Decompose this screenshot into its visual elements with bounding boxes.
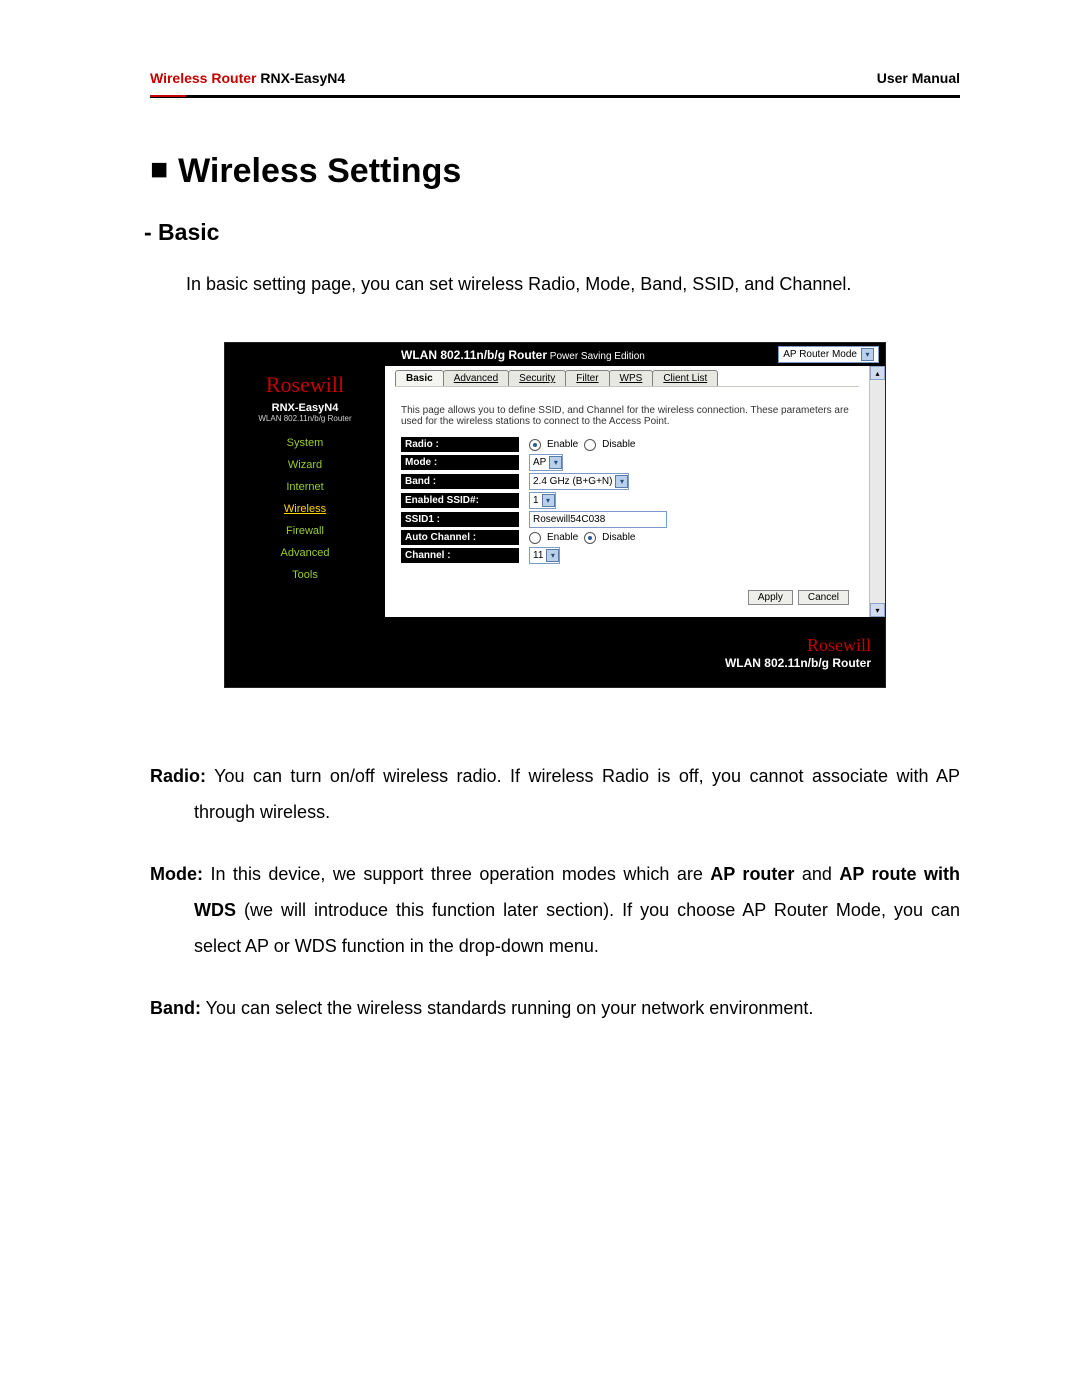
band-select[interactable]: 2.4 GHz (B+G+N) ▾: [529, 473, 629, 490]
tab-basic[interactable]: Basic: [395, 370, 444, 386]
def-mode-label: Mode:: [150, 864, 203, 884]
footer-logo: Rosewill: [807, 635, 871, 656]
dropdown-icon: ▾: [549, 456, 562, 469]
screenshot-footer: Rosewill WLAN 802.11n/b/g Router: [225, 617, 885, 687]
mode-select[interactable]: AP ▾: [529, 454, 563, 471]
titlebar: WLAN 802.11n/b/g Router Power Saving Edi…: [225, 343, 885, 366]
scroll-down-icon[interactable]: ▾: [870, 603, 885, 617]
channel-value: 11: [533, 550, 543, 561]
label-ssid1: SSID1 :: [401, 512, 519, 527]
row-auto-channel: Auto Channel : Enable Disable: [401, 530, 853, 545]
cancel-button[interactable]: Cancel: [798, 590, 849, 605]
radio-enable[interactable]: [529, 439, 541, 451]
dropdown-icon: ▾: [542, 494, 555, 507]
radio-disable-label: Disable: [602, 439, 635, 450]
def-radio: Radio: You can turn on/off wireless radi…: [194, 758, 960, 830]
titlebar-title-main: WLAN 802.11n/b/g Router: [401, 348, 547, 362]
dropdown-icon: ▾: [546, 549, 559, 562]
enabled-ssid-select[interactable]: 1 ▾: [529, 492, 556, 509]
auto-channel-disable-label: Disable: [602, 532, 635, 543]
ssid1-input[interactable]: [529, 511, 667, 528]
definitions: Radio: You can turn on/off wireless radi…: [150, 758, 960, 1026]
label-band: Band :: [401, 474, 519, 489]
header-rule: [150, 95, 960, 98]
tab-advanced[interactable]: Advanced: [443, 370, 509, 386]
sidebar-item-internet[interactable]: Internet: [225, 481, 385, 493]
row-ssid1: SSID1 :: [401, 511, 853, 528]
titlebar-title-sub: Power Saving Edition: [547, 351, 645, 362]
def-radio-text: You can turn on/off wireless radio. If w…: [194, 766, 960, 822]
router-ui-screenshot: WLAN 802.11n/b/g Router Power Saving Edi…: [224, 342, 886, 688]
auto-channel-disable[interactable]: [584, 532, 596, 544]
header-left: Wireless Router RNX-EasyN4: [150, 70, 345, 86]
band-value: 2.4 GHz (B+G+N): [533, 476, 612, 487]
header-prefix: Wireless Router: [150, 70, 256, 86]
scrollbar[interactable]: ▴ ▾: [869, 366, 885, 617]
dropdown-icon: ▾: [615, 475, 628, 488]
label-radio: Radio :: [401, 437, 519, 452]
radio-enable-label: Enable: [547, 439, 578, 450]
channel-select[interactable]: 11 ▾: [529, 547, 560, 564]
sidebar: Rosewill RNX-EasyN4 WLAN 802.11n/b/g Rou…: [225, 366, 385, 617]
router-mode-select[interactable]: AP Router Mode ▾: [778, 346, 879, 363]
mode-value: AP: [533, 457, 546, 468]
sidebar-model: RNX-EasyN4: [225, 402, 385, 414]
header-rule-accent: [150, 95, 186, 97]
sidebar-item-system[interactable]: System: [225, 437, 385, 449]
radio-disable[interactable]: [584, 439, 596, 451]
tab-filter[interactable]: Filter: [565, 370, 609, 386]
row-band: Band : 2.4 GHz (B+G+N) ▾: [401, 473, 853, 490]
tab-security[interactable]: Security: [508, 370, 566, 386]
row-enabled-ssid: Enabled SSID#: 1 ▾: [401, 492, 853, 509]
sidebar-sub: WLAN 802.11n/b/g Router: [225, 414, 385, 423]
tab-wps[interactable]: WPS: [609, 370, 654, 386]
section-title-text: Wireless Settings: [178, 152, 461, 190]
def-band-label: Band:: [150, 998, 201, 1018]
sidebar-item-tools[interactable]: Tools: [225, 569, 385, 581]
def-band: Band: You can select the wireless standa…: [194, 990, 960, 1026]
titlebar-title: WLAN 802.11n/b/g Router Power Saving Edi…: [401, 348, 645, 362]
def-band-text: You can select the wireless standards ru…: [201, 998, 813, 1018]
label-channel: Channel :: [401, 548, 519, 563]
row-radio: Radio : Enable Disable: [401, 437, 853, 452]
footer-text: WLAN 802.11n/b/g Router: [725, 656, 871, 670]
sidebar-item-firewall[interactable]: Firewall: [225, 525, 385, 537]
def-mode-text-a: In this device, we support three operati…: [203, 864, 710, 884]
apply-button[interactable]: Apply: [748, 590, 793, 605]
row-channel: Channel : 11 ▾: [401, 547, 853, 564]
square-bullet-icon: ■: [150, 153, 168, 187]
label-mode: Mode :: [401, 455, 519, 470]
scroll-up-icon[interactable]: ▴: [870, 366, 885, 380]
header-right: User Manual: [877, 70, 960, 86]
row-mode: Mode : AP ▾: [401, 454, 853, 471]
auto-channel-enable[interactable]: [529, 532, 541, 544]
tab-bar: Basic Advanced Security Filter WPS Clien…: [385, 366, 869, 386]
sidebar-item-wireless[interactable]: Wireless: [225, 503, 385, 515]
label-auto-channel: Auto Channel :: [401, 530, 519, 545]
section-title: ■ Wireless Settings: [150, 152, 960, 191]
settings-form: Radio : Enable Disable Mode :: [385, 437, 869, 578]
intro-text: In basic setting page, you can set wirel…: [150, 266, 960, 302]
def-radio-label: Radio:: [150, 766, 206, 786]
header-model: RNX-EasyN4: [256, 70, 345, 86]
router-mode-value: AP Router Mode: [783, 349, 857, 360]
label-enabled-ssid: Enabled SSID#:: [401, 493, 519, 508]
auto-channel-enable-label: Enable: [547, 532, 578, 543]
def-mode-bold-a: AP router: [710, 864, 794, 884]
tab-client-list[interactable]: Client List: [652, 370, 718, 386]
brand-logo: Rosewill: [225, 372, 385, 398]
page-header: Wireless Router RNX-EasyN4 User Manual: [150, 70, 960, 92]
page-description: This page allows you to define SSID, and…: [385, 387, 869, 437]
subsection-title: - Basic: [144, 219, 960, 246]
sidebar-item-wizard[interactable]: Wizard: [225, 459, 385, 471]
dropdown-icon: ▾: [861, 348, 874, 361]
sidebar-item-advanced[interactable]: Advanced: [225, 547, 385, 559]
def-mode: Mode: In this device, we support three o…: [194, 856, 960, 964]
form-buttons: Apply Cancel: [385, 578, 869, 617]
def-mode-text-c: (we will introduce this function later s…: [194, 900, 960, 956]
def-mode-text-b: and: [794, 864, 839, 884]
main-panel: Basic Advanced Security Filter WPS Clien…: [385, 366, 869, 617]
enabled-ssid-value: 1: [533, 495, 539, 506]
